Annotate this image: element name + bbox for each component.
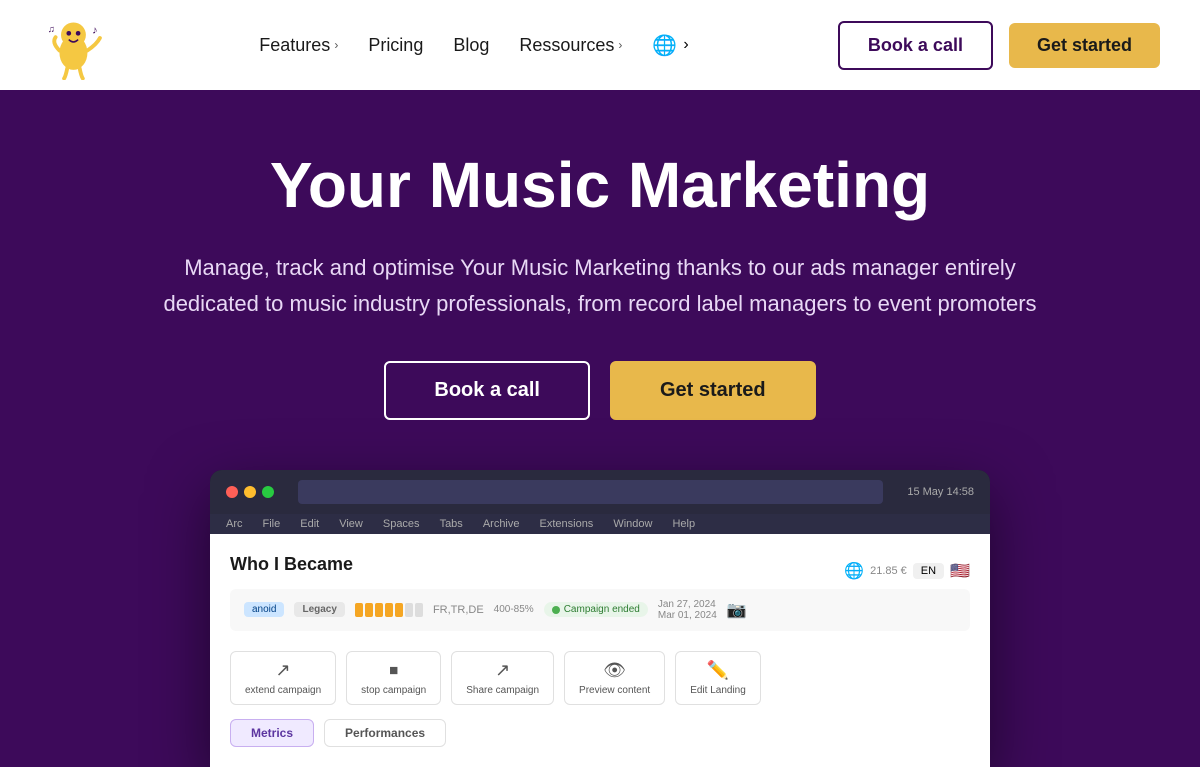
help-menu: Help bbox=[672, 518, 695, 530]
extend-campaign-button[interactable]: ↗ extend campaign bbox=[230, 651, 336, 705]
globe-small-icon: 🌐 bbox=[844, 561, 864, 581]
action-buttons: ↗ extend campaign ⏹ stop campaign ↗ Shar… bbox=[230, 651, 761, 705]
progress-bars bbox=[355, 603, 423, 617]
nav-resources[interactable]: Ressources › bbox=[519, 35, 622, 56]
share-icon: ↗ bbox=[495, 660, 510, 681]
extend-icon: ↗ bbox=[276, 660, 291, 681]
progress-bar-4 bbox=[385, 603, 393, 617]
performances-tab-button[interactable]: Performances bbox=[324, 719, 446, 747]
progress-bar-2 bbox=[365, 603, 373, 617]
campaign-row: anoid Legacy FR,TR,DE 400-85% Campaign e… bbox=[230, 589, 970, 631]
end-date: Mar 01, 2024 bbox=[658, 610, 717, 621]
extensions-menu: Extensions bbox=[540, 518, 594, 530]
window-menu: Window bbox=[613, 518, 652, 530]
logo[interactable]: ♪ ♫ bbox=[40, 10, 110, 80]
nav-blog[interactable]: Blog bbox=[453, 35, 489, 56]
preview-icon: 👁 bbox=[603, 660, 626, 681]
navbar: ♪ ♫ Features › Pricing Blog Ressources ›… bbox=[0, 0, 1200, 90]
spaces-menu: Spaces bbox=[383, 518, 420, 530]
hero-subtitle: Manage, track and optimise Your Music Ma… bbox=[150, 250, 1050, 320]
progress-bar-7 bbox=[415, 603, 423, 617]
url-bar[interactable] bbox=[298, 480, 883, 504]
progress-bar-6 bbox=[405, 603, 413, 617]
book-call-nav-button[interactable]: Book a call bbox=[838, 21, 993, 70]
campaign-title: Who I Became bbox=[230, 554, 353, 575]
get-started-hero-button[interactable]: Get started bbox=[610, 361, 816, 420]
browser-date: 15 May 14:58 bbox=[907, 486, 974, 498]
language-selector[interactable]: 🌐 › bbox=[652, 33, 688, 58]
tabs-menu: Tabs bbox=[440, 518, 463, 530]
hero-cta-buttons: Book a call Get started bbox=[384, 361, 815, 420]
svg-text:♪: ♪ bbox=[92, 24, 97, 36]
nav-actions: Book a call Get started bbox=[838, 21, 1160, 70]
features-chevron-icon: › bbox=[334, 38, 338, 52]
legacy-tag: Legacy bbox=[294, 602, 344, 617]
preview-content-button[interactable]: 👁 Preview content bbox=[564, 651, 665, 705]
edit-icon: ✏️ bbox=[707, 660, 729, 681]
budget-value: 21.85 € bbox=[870, 565, 907, 577]
arc-tab: Arc bbox=[226, 518, 243, 530]
book-call-hero-button[interactable]: Book a call bbox=[384, 361, 590, 420]
browser-chrome-bar: 15 May 14:58 bbox=[210, 470, 990, 514]
svg-text:♫: ♫ bbox=[48, 24, 55, 34]
browser-mockup: 15 May 14:58 Arc File Edit View Spaces T… bbox=[210, 470, 990, 767]
status-dot-icon bbox=[552, 606, 560, 614]
actions-and-metrics: ↗ extend campaign ⏹ stop campaign ↗ Shar… bbox=[230, 641, 970, 705]
progress-bar-1 bbox=[355, 603, 363, 617]
edit-menu: Edit bbox=[300, 518, 319, 530]
campaign-status-tag: Campaign ended bbox=[544, 602, 648, 617]
geo-tag: FR,TR,DE bbox=[433, 604, 484, 616]
metrics-tabs: Metrics Performances bbox=[230, 719, 970, 747]
share-campaign-button[interactable]: ↗ Share campaign bbox=[451, 651, 554, 705]
nav-links: Features › Pricing Blog Ressources › 🌐 › bbox=[259, 33, 688, 58]
progress-bar-5 bbox=[395, 603, 403, 617]
edit-landing-button[interactable]: ✏️ Edit Landing bbox=[675, 651, 761, 705]
campaign-dates: Jan 27, 2024 Mar 01, 2024 bbox=[658, 599, 717, 621]
hero-title: Your Music Marketing bbox=[270, 150, 930, 220]
get-started-nav-button[interactable]: Get started bbox=[1009, 23, 1160, 68]
language-badge: EN bbox=[913, 563, 944, 579]
platform-tag: anoid bbox=[244, 602, 284, 617]
file-menu: File bbox=[263, 518, 281, 530]
adr-percent: 400-85% bbox=[494, 604, 534, 615]
close-window-icon bbox=[226, 486, 238, 498]
progress-bar-3 bbox=[375, 603, 383, 617]
metrics-tab-button[interactable]: Metrics bbox=[230, 719, 314, 747]
view-menu: View bbox=[339, 518, 363, 530]
lang-flag-icon: 🇺🇸 bbox=[950, 561, 970, 581]
window-controls bbox=[226, 486, 274, 498]
stop-icon: ⏹ bbox=[389, 660, 398, 681]
start-date: Jan 27, 2024 bbox=[658, 599, 717, 610]
nav-pricing[interactable]: Pricing bbox=[368, 35, 423, 56]
nav-features[interactable]: Features › bbox=[259, 35, 338, 56]
stop-campaign-button[interactable]: ⏹ stop campaign bbox=[346, 651, 441, 705]
instagram-icon: 📷 bbox=[727, 600, 747, 620]
resources-chevron-icon: › bbox=[618, 38, 622, 52]
archive-menu: Archive bbox=[483, 518, 520, 530]
maximize-window-icon bbox=[262, 486, 274, 498]
content-header: Who I Became 🌐 21.85 € EN 🇺🇸 bbox=[230, 554, 970, 589]
budget-info: 🌐 21.85 € EN 🇺🇸 bbox=[844, 561, 970, 581]
lang-chevron-icon: › bbox=[683, 36, 688, 54]
hero-section: Your Music Marketing Manage, track and o… bbox=[0, 90, 1200, 767]
globe-icon: 🌐 bbox=[652, 33, 677, 58]
minimize-window-icon bbox=[244, 486, 256, 498]
browser-tabs-bar: Arc File Edit View Spaces Tabs Archive E… bbox=[210, 514, 990, 534]
browser-content: Who I Became 🌐 21.85 € EN 🇺🇸 anoid Legac… bbox=[210, 534, 990, 767]
